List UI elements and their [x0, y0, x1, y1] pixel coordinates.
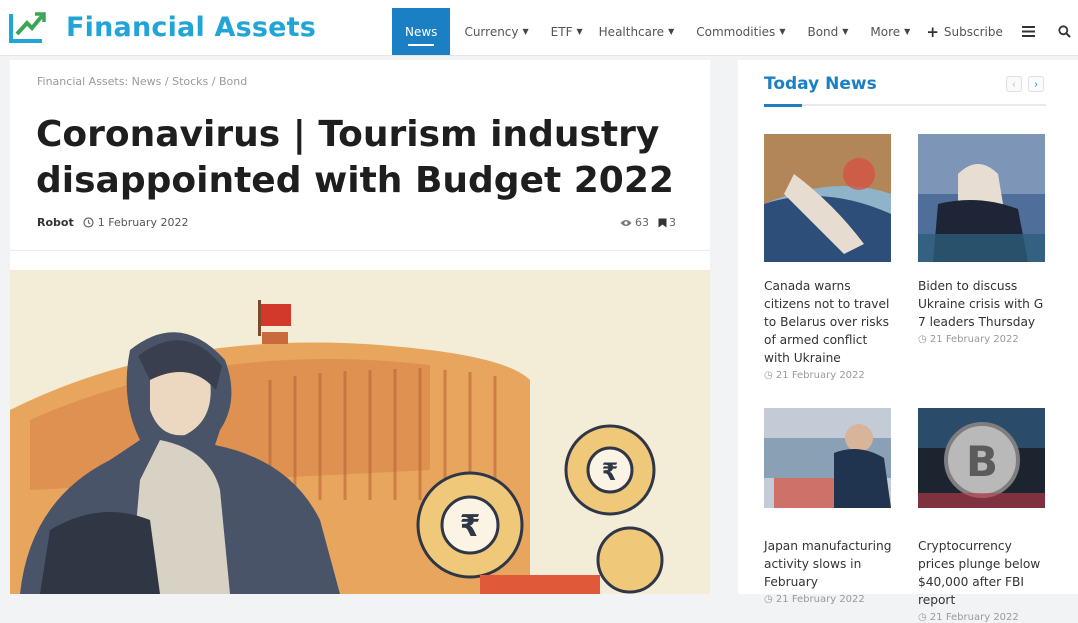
nav-item-more[interactable]: More ▼ — [862, 8, 918, 55]
breadcrumb[interactable]: Financial Assets: News / Stocks / Bond — [37, 75, 247, 88]
chevron-right-icon: › — [1034, 78, 1038, 90]
search-icon — [1058, 25, 1072, 38]
nav-item-bond[interactable]: Bond ▼ — [799, 8, 856, 55]
menu-button[interactable] — [1011, 8, 1047, 55]
sidebar-today-news: Today News ‹ › Canada warns citizens not… — [738, 60, 1078, 623]
news-card-date: ◷ 21 February 2022 — [918, 334, 1046, 345]
clock-icon: ◷ — [764, 370, 773, 381]
search-button[interactable] — [1047, 8, 1078, 55]
plus-icon: + — [926, 22, 939, 41]
news-card-date-text: 21 February 2022 — [929, 334, 1019, 345]
news-thumbnail — [764, 134, 891, 262]
nav-item-healthcare[interactable]: Healthcare ▼ — [591, 8, 683, 55]
clock-icon: ◷ — [918, 612, 927, 623]
nav-label: Healthcare — [598, 24, 665, 39]
nav-label: Currency — [464, 24, 519, 39]
article: Financial Assets: News / Stocks / Bond C… — [10, 60, 710, 594]
nav-item-news[interactable]: News — [392, 8, 451, 55]
caret-down-icon: ▼ — [668, 27, 675, 36]
main-nav: News Currency ▼ ETF ▼ Healthcare ▼ Commodit… — [392, 8, 1078, 55]
article-meta: Robot 1 February 2022 — [37, 216, 188, 229]
news-thumbnail: B — [918, 408, 1045, 508]
svg-text:₹: ₹ — [602, 458, 619, 486]
site-name: Financial Assets — [66, 11, 317, 43]
subscribe-button[interactable]: + Subscribe — [918, 8, 1011, 55]
logo-chart-icon — [9, 12, 46, 43]
news-card-title[interactable]: Japan manufacturing activity slows in Fe… — [764, 537, 892, 591]
divider — [10, 250, 710, 251]
nav-label: More — [870, 24, 901, 39]
news-card-date-text: 21 February 2022 — [775, 370, 865, 381]
eye-icon — [620, 219, 632, 226]
clock-icon: ◷ — [918, 334, 927, 345]
article-title: Coronavirus | Tourism industry disappoin… — [36, 114, 674, 201]
news-card-date-text: 21 February 2022 — [775, 594, 865, 605]
nav-item-commodities[interactable]: Commodities ▼ — [688, 8, 793, 55]
news-card-title[interactable]: Cryptocurrency prices plunge below $40,0… — [918, 537, 1046, 609]
article-hero-image[interactable]: ₹ ₹ — [10, 270, 710, 594]
sidebar-title: Today News — [764, 74, 877, 94]
nav-item-etf[interactable]: ETF ▼ — [543, 8, 591, 55]
site-header: Financial Assets News Currency ▼ ETF ▼ Hea… — [0, 0, 1078, 56]
chevron-left-icon: ‹ — [1012, 78, 1016, 90]
nav-label: ETF — [550, 24, 573, 39]
news-card-date-text: 21 February 2022 — [929, 612, 1019, 623]
news-card[interactable]: Biden to discuss Ukraine crisis with G 7… — [918, 134, 1046, 345]
svg-text:B: B — [966, 437, 998, 486]
news-thumbnail — [918, 134, 1045, 262]
title-accent-bar — [764, 104, 802, 107]
news-card[interactable]: B Cryptocurrency prices plunge below $40… — [918, 394, 1046, 623]
menu-icon — [1022, 26, 1036, 37]
news-card-title[interactable]: Canada warns citizens not to travel to B… — [764, 277, 892, 367]
svg-text:₹: ₹ — [460, 509, 481, 544]
caret-down-icon: ▼ — [522, 27, 529, 36]
news-card-title[interactable]: Biden to discuss Ukraine crisis with G 7… — [918, 277, 1046, 331]
clock-icon: ◷ — [764, 594, 773, 605]
divider — [764, 104, 1046, 106]
subscribe-label: Subscribe — [943, 24, 1003, 39]
next-button[interactable]: › — [1028, 76, 1044, 92]
news-card-date: ◷ 21 February 2022 — [918, 612, 1046, 623]
caret-down-icon: ▼ — [904, 27, 911, 36]
nav-label: News — [405, 24, 438, 39]
caret-down-icon: ▼ — [576, 27, 583, 36]
article-date: 1 February 2022 — [97, 216, 189, 229]
prev-button[interactable]: ‹ — [1006, 76, 1022, 92]
news-card-date: ◷ 21 February 2022 — [764, 370, 892, 381]
comments-count: 3 — [669, 216, 676, 229]
news-card[interactable]: Japan manufacturing activity slows in Fe… — [764, 394, 892, 605]
nav-label: Bond — [807, 24, 839, 39]
nav-label: Commodities — [696, 24, 776, 39]
article-stats: 63 3 — [620, 216, 679, 229]
news-card-date: ◷ 21 February 2022 — [764, 594, 892, 605]
news-thumbnail — [764, 408, 891, 508]
nav-item-currency[interactable]: Currency ▼ — [456, 8, 536, 55]
caret-down-icon: ▼ — [842, 27, 849, 36]
clock-icon — [83, 217, 94, 228]
caret-down-icon: ▼ — [779, 27, 786, 36]
site-logo[interactable]: Financial Assets — [8, 10, 316, 44]
bookmark-icon — [658, 218, 667, 227]
news-card[interactable]: Canada warns citizens not to travel to B… — [764, 134, 892, 381]
article-author[interactable]: Robot — [37, 216, 74, 229]
views-count: 63 — [635, 216, 649, 229]
